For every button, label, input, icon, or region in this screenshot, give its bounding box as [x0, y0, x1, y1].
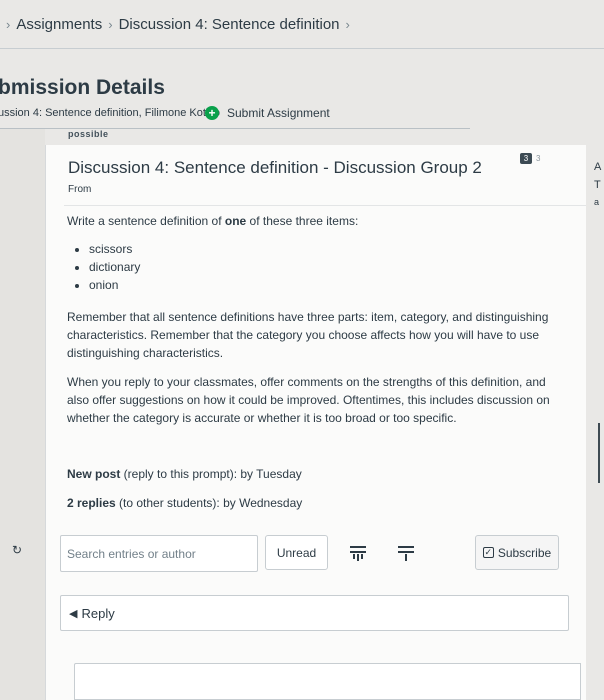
left-edge-background	[0, 128, 45, 700]
item-list: scissors dictionary onion	[67, 240, 557, 294]
plus-circle-icon: +	[205, 106, 219, 120]
page-title: bmission Details	[0, 76, 165, 99]
breadcrumb-discussion-link[interactable]: Discussion 4: Sentence definition	[119, 16, 340, 33]
prompt-post: of these three items:	[246, 214, 359, 228]
right-strip-letter: T	[594, 179, 601, 191]
chevron-right-icon: ›	[6, 16, 11, 32]
discussion-body: Write a sentence definition of one of th…	[67, 212, 557, 427]
chevron-right-icon: ›	[108, 16, 113, 32]
points-label: possible	[68, 129, 109, 139]
checkbox-icon: ✓	[482, 547, 494, 558]
due-replies: 2 replies (to other students): by Wednes…	[67, 496, 302, 510]
list-item: onion	[89, 276, 557, 294]
due-new-post: New post (reply to this prompt): by Tues…	[67, 467, 302, 481]
reply-paragraph: When you reply to your classmates, offer…	[67, 375, 550, 425]
due-replies-bold: 2 replies	[67, 496, 116, 510]
total-count: 3	[536, 154, 541, 163]
right-strip-divider	[598, 423, 600, 483]
reply-button[interactable]: ◀ Reply	[60, 595, 569, 631]
breadcrumb-assignments-link[interactable]: Assignments	[16, 16, 102, 33]
refresh-icon[interactable]: ↻	[12, 543, 22, 557]
submission-subtitle: ussion 4: Sentence definition, Filimone …	[0, 107, 220, 119]
subscribe-label: Subscribe	[497, 545, 552, 560]
prompt-text: Write a sentence definition of one of th…	[67, 212, 557, 230]
prompt-bold: one	[224, 214, 247, 228]
list-item: scissors	[89, 240, 557, 258]
unread-filter-button[interactable]: Unread	[265, 535, 328, 570]
due-new-post-bold: New post	[67, 467, 121, 481]
search-input[interactable]	[60, 535, 258, 572]
submit-assignment-label: Submit Assignment	[227, 106, 330, 120]
discussion-panel: Discussion 4: Sentence definition - Disc…	[45, 145, 586, 700]
due-replies-rest: (to other students): by Wednesday	[115, 496, 303, 510]
prompt-pre: Write a sentence definition of	[67, 214, 225, 228]
entry-input-box[interactable]	[74, 663, 581, 700]
subscribe-button[interactable]: ✓ Subscribe	[475, 535, 559, 570]
collapse-threads-icon[interactable]	[396, 544, 416, 562]
instruction-paragraph: Remember that all sentence definitions h…	[67, 310, 549, 360]
submit-assignment-button[interactable]: + Submit Assignment	[205, 106, 330, 120]
breadcrumb: › Assignments › Discussion 4: Sentence d…	[0, 8, 356, 40]
discussion-divider	[64, 205, 586, 206]
reply-arrow-icon: ◀	[69, 607, 78, 620]
from-label: From	[68, 184, 92, 195]
right-strip-letter: a	[594, 197, 600, 207]
discussion-title: Discussion 4: Sentence definition - Disc…	[68, 158, 482, 177]
unread-count: 3	[520, 153, 532, 164]
list-item: dictionary	[89, 258, 557, 276]
expand-threads-icon[interactable]	[348, 544, 368, 562]
reply-label: Reply	[81, 605, 115, 621]
unread-badge: 3 3	[520, 153, 540, 164]
chevron-right-icon: ›	[345, 16, 350, 32]
due-new-post-rest: (reply to this prompt): by Tuesday	[120, 467, 302, 481]
header-divider	[0, 48, 604, 49]
right-strip-letter: A	[594, 161, 602, 173]
